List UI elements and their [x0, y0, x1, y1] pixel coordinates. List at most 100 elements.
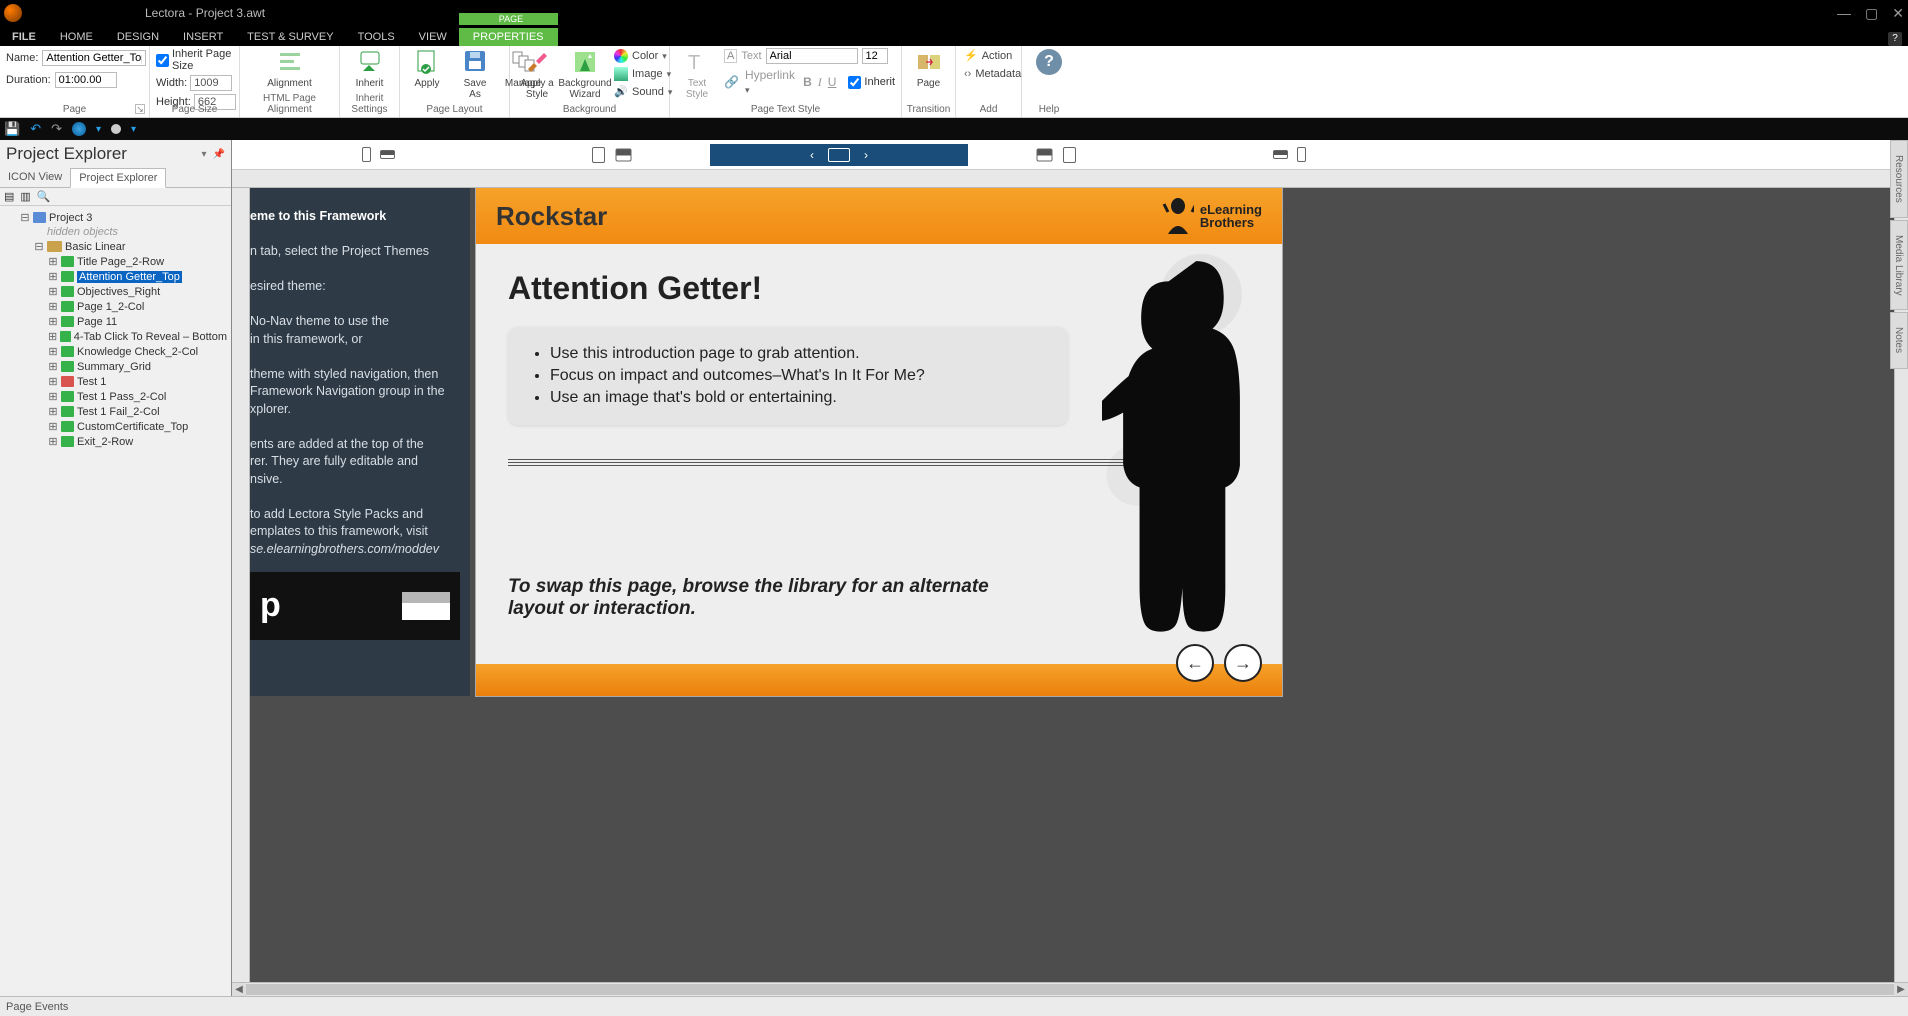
tree-collapse-all-icon[interactable]: ▥ [20, 190, 30, 203]
tree-expander[interactable]: ⊟ [20, 211, 30, 224]
save-as-layout-button[interactable]: Save As [454, 48, 496, 100]
tree-node[interactable]: ⊞Page 1_2-Col [2, 299, 229, 314]
add-action-button[interactable]: ⚡Action [962, 48, 1014, 63]
device-tablet-landscape[interactable] [616, 148, 632, 161]
hscroll-left[interactable]: ◀ [232, 983, 246, 996]
tree-node[interactable]: ⊞CustomCertificate_Top [2, 419, 229, 434]
tree-expander[interactable]: ⊞ [48, 270, 58, 283]
close-button[interactable]: ✕ [1892, 5, 1904, 22]
inherit-page-size-checkbox[interactable]: Inherit Page Size [156, 48, 233, 72]
device-phone-portrait-2[interactable] [1297, 147, 1306, 162]
next-device-icon[interactable]: › [864, 148, 868, 162]
pe-tab-tree[interactable]: Project Explorer [70, 168, 166, 188]
tree-node[interactable]: ⊞Title Page_2-Row [2, 254, 229, 269]
bg-color-dropdown[interactable]: Color [612, 48, 674, 64]
tree-expand-all-icon[interactable]: ▤ [4, 190, 14, 203]
tree-expander[interactable]: ⊞ [48, 435, 58, 448]
tree-expander[interactable]: ⊞ [48, 420, 58, 433]
tree-node[interactable]: ⊞Knowledge Check_2-Col [2, 344, 229, 359]
bg-sound-dropdown[interactable]: 🔊Sound [612, 84, 674, 100]
tree-node[interactable]: ⊟Project 3 [2, 210, 229, 225]
horizontal-scrollbar[interactable]: ◀ ▶ [232, 982, 1908, 996]
device-phone-landscape-2[interactable] [1273, 150, 1288, 159]
help-icon[interactable]: ? [1888, 32, 1902, 46]
next-page-button[interactable]: → [1224, 644, 1262, 682]
text-style-button[interactable]: TText Style [676, 48, 718, 100]
apply-layout-button[interactable]: Apply [406, 48, 448, 89]
swap-instruction-text[interactable]: To swap this page, browse the library fo… [508, 576, 1048, 620]
tree-node[interactable]: ⊞Test 1 Fail_2-Col [2, 404, 229, 419]
tree-node[interactable]: ⊞Exit_2-Row [2, 434, 229, 449]
inherit-button[interactable]: Inherit [349, 48, 391, 89]
redo-icon[interactable]: ↷ [51, 121, 62, 137]
tab-file[interactable]: FILE [0, 28, 48, 46]
tree-node[interactable]: ⊞Objectives_Right [2, 284, 229, 299]
page-name-input[interactable] [42, 50, 146, 66]
hscroll-thumb[interactable] [246, 984, 1894, 995]
dot-icon[interactable] [111, 124, 121, 134]
apply-style-button[interactable]: Apply a Style [516, 48, 558, 100]
bullet-1[interactable]: Use this introduction page to grab atten… [550, 343, 1046, 365]
prev-page-button[interactable]: ← [1176, 644, 1214, 682]
tree-node[interactable]: ⊞Attention Getter_Top [2, 269, 229, 284]
tree-expander[interactable]: ⊞ [48, 345, 58, 358]
alignment-button[interactable]: Alignment [267, 48, 311, 89]
tree-expander[interactable]: ⊟ [34, 240, 44, 253]
tab-properties[interactable]: PROPERTIES [459, 28, 558, 46]
tree-node[interactable]: ⊞Page 11 [2, 314, 229, 329]
device-phone-landscape[interactable] [380, 150, 395, 159]
panel-menu-icon[interactable]: ▾ [202, 149, 207, 160]
prev-device-icon[interactable]: ‹ [810, 148, 814, 162]
device-tablet-portrait[interactable] [592, 147, 605, 163]
tree-expander[interactable]: ⊞ [48, 300, 58, 313]
device-phone-portrait[interactable] [362, 147, 371, 162]
page-dialog-launcher[interactable]: ↘ [135, 104, 145, 114]
help-button[interactable]: ?Help [1028, 48, 1070, 89]
inherit-text-checkbox[interactable] [848, 76, 861, 89]
add-metadata-button[interactable]: ‹›Metadata [962, 67, 1023, 81]
tab-view[interactable]: VIEW [407, 28, 459, 46]
side-tab-notes[interactable]: Notes [1890, 312, 1908, 368]
project-tree[interactable]: ⊟Project 3hidden objects⊟Basic Linear⊞Ti… [0, 206, 231, 453]
bold-button[interactable]: B [803, 75, 812, 89]
preview-icon[interactable] [72, 122, 86, 136]
tab-test-survey[interactable]: TEST & SURVEY [235, 28, 345, 46]
device-tablet-portrait-2[interactable] [1063, 147, 1076, 163]
expand-icon[interactable]: ▾ [131, 124, 136, 135]
tab-insert[interactable]: INSERT [171, 28, 235, 46]
underline-button[interactable]: U [828, 75, 837, 89]
tree-expander[interactable]: ⊞ [48, 390, 58, 403]
person-silhouette[interactable] [1102, 252, 1272, 690]
transition-button[interactable]: Page [908, 48, 950, 89]
page-events-label[interactable]: Page Events [6, 1001, 68, 1013]
minimize-button[interactable]: — [1837, 5, 1851, 22]
device-tablet-landscape-2[interactable] [1037, 148, 1053, 161]
font-family-input[interactable] [766, 48, 858, 64]
bullet-3[interactable]: Use an image that's bold or entertaining… [550, 387, 1046, 409]
pe-tab-icon-view[interactable]: ICON View [0, 168, 70, 187]
zoom-out-icon[interactable]: ▾ [96, 124, 101, 135]
tree-expander[interactable]: ⊞ [48, 330, 57, 343]
panel-pin-icon[interactable]: 📌 [213, 149, 225, 160]
tree-node[interactable]: ⊟Basic Linear [2, 239, 229, 254]
maximize-button[interactable]: ▢ [1865, 5, 1878, 22]
slide-attention-getter[interactable]: Rockstar eLearningBrothers Attention Get… [476, 188, 1282, 696]
save-icon[interactable]: 💾 [4, 121, 20, 137]
tree-search-icon[interactable]: 🔍 [37, 190, 51, 203]
tree-node[interactable]: hidden objects [2, 225, 229, 239]
tree-node[interactable]: ⊞Test 1 [2, 374, 229, 389]
side-tab-media-library[interactable]: Media Library [1890, 220, 1908, 311]
tree-node[interactable]: ⊞Summary_Grid [2, 359, 229, 374]
canvas[interactable]: eme to this Framework n tab, select the … [250, 188, 1894, 982]
background-wizard-button[interactable]: Background Wizard [564, 48, 606, 100]
bg-image-dropdown[interactable]: Image [612, 66, 674, 82]
tree-expander[interactable]: ⊞ [48, 360, 58, 373]
hscroll-right[interactable]: ▶ [1894, 983, 1908, 996]
bullet-2[interactable]: Focus on impact and outcomes–What's In I… [550, 365, 1046, 387]
tree-expander[interactable]: ⊞ [48, 285, 58, 298]
tree-node[interactable]: ⊞4-Tab Click To Reveal – Bottom [2, 329, 229, 344]
tree-expander[interactable]: ⊞ [48, 255, 58, 268]
tree-expander[interactable]: ⊞ [48, 375, 58, 388]
tab-tools[interactable]: TOOLS [346, 28, 407, 46]
tree-expander[interactable]: ⊞ [48, 405, 58, 418]
